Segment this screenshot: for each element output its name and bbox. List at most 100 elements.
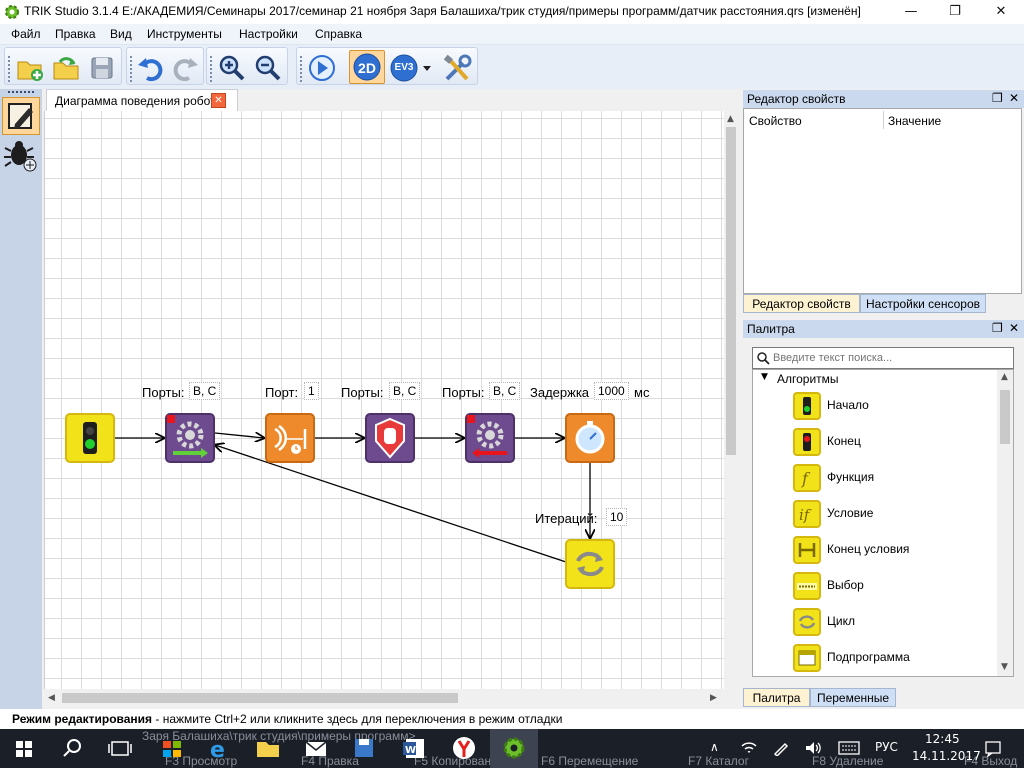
- 2d-model-button[interactable]: 2D: [349, 50, 385, 84]
- volume-icon[interactable]: [804, 740, 822, 756]
- keyboard-icon[interactable]: [838, 741, 860, 755]
- close-panel-icon[interactable]: ✕: [1009, 91, 1019, 105]
- zoom-in-icon[interactable]: [217, 53, 247, 83]
- loop-block[interactable]: [565, 539, 615, 589]
- tab-palette[interactable]: Палитра: [743, 688, 810, 707]
- search-icon[interactable]: [48, 729, 96, 768]
- redo-icon[interactable]: [171, 53, 201, 83]
- close-tab-icon[interactable]: ✕: [211, 93, 226, 108]
- toolbar-grip[interactable]: [8, 56, 10, 82]
- trik-gear-icon: [5, 5, 19, 19]
- trik-gear-icon: [503, 737, 525, 759]
- open-icon[interactable]: [51, 53, 81, 83]
- mail-icon[interactable]: [292, 729, 340, 768]
- menu-edit[interactable]: Правка: [55, 27, 96, 41]
- close-button[interactable]: ✕: [978, 0, 1024, 24]
- zoom-out-icon[interactable]: [253, 53, 283, 83]
- column-divider: [883, 111, 884, 129]
- start-block[interactable]: [65, 413, 115, 463]
- toolbar-grip[interactable]: [300, 56, 302, 82]
- scroll-left-icon[interactable]: ◀: [48, 693, 55, 703]
- float-panel-icon[interactable]: ❐: [992, 91, 1003, 105]
- minimize-button[interactable]: —: [888, 0, 934, 24]
- ev3-button[interactable]: EV3: [389, 53, 419, 83]
- diagram-canvas[interactable]: Порты: B, C Порт: 1 Порты: B, C Порты: B…: [44, 111, 724, 689]
- block-label: Задержка: [530, 385, 590, 400]
- block-value[interactable]: B, C: [389, 382, 421, 400]
- block-value[interactable]: B, C: [189, 382, 221, 400]
- menu-tools[interactable]: Инструменты: [147, 27, 222, 41]
- canvas-horizontal-scrollbar[interactable]: ◀ ▶: [44, 689, 724, 707]
- debug-mode-button[interactable]: [2, 137, 40, 175]
- scroll-thumb[interactable]: [726, 127, 736, 455]
- property-editor-header: Редактор свойств ❐ ✕: [743, 90, 1024, 108]
- float-panel-icon[interactable]: ❐: [992, 321, 1003, 335]
- scroll-down-icon[interactable]: ▼: [1001, 662, 1008, 672]
- word-icon[interactable]: W: [390, 729, 438, 768]
- language-indicator[interactable]: РУС: [875, 740, 898, 754]
- collapse-icon[interactable]: ▼: [761, 372, 768, 382]
- pen-icon[interactable]: [772, 740, 790, 756]
- close-panel-icon[interactable]: ✕: [1009, 321, 1019, 335]
- search-input[interactable]: [773, 350, 1009, 366]
- palette-header: Палитра ❐ ✕: [743, 320, 1024, 338]
- canvas-vertical-scrollbar[interactable]: ▲: [724, 111, 738, 689]
- scroll-right-icon[interactable]: ▶: [710, 693, 717, 703]
- property-table[interactable]: Свойство Значение: [743, 108, 1022, 294]
- store-icon[interactable]: [148, 729, 196, 768]
- scroll-up-icon[interactable]: ▲: [1001, 372, 1008, 382]
- settings-tools-icon[interactable]: [441, 53, 475, 83]
- menu-file[interactable]: Файл: [11, 27, 41, 41]
- maximize-button[interactable]: ❐: [932, 0, 978, 24]
- block-label: Порты:: [442, 385, 485, 400]
- menu-view[interactable]: Вид: [110, 27, 132, 41]
- palette-search[interactable]: [752, 347, 1014, 369]
- undo-icon[interactable]: [135, 53, 165, 83]
- window-title: TRIK Studio 3.1.4 E:/АКАДЕМИЯ/Семинары 2…: [24, 4, 861, 18]
- scroll-thumb[interactable]: [62, 693, 458, 703]
- palette-scrollbar[interactable]: ▲ ▼: [997, 370, 1013, 676]
- block-value[interactable]: 1: [304, 382, 319, 400]
- tab-sensor-settings[interactable]: Настройки сенсоров: [860, 294, 986, 313]
- menu-settings[interactable]: Настройки: [239, 27, 298, 41]
- scroll-thumb[interactable]: [1000, 390, 1010, 444]
- edge-browser-icon[interactable]: e: [196, 729, 244, 768]
- background-key-f6: F6 Перемещение: [541, 754, 639, 768]
- diagram-tab[interactable]: Диаграмма поведения робота ✕: [46, 89, 238, 111]
- new-project-icon[interactable]: [15, 53, 45, 83]
- motors-stop-block[interactable]: [365, 413, 415, 463]
- toolbar-grip[interactable]: [210, 56, 212, 82]
- show-hidden-icons[interactable]: ∧: [710, 740, 719, 754]
- traffic-light-green-icon: [793, 392, 821, 420]
- floppy-disk-icon[interactable]: [340, 729, 388, 768]
- link[interactable]: [214, 433, 264, 438]
- notifications-icon[interactable]: [984, 741, 1002, 757]
- yandex-browser-icon[interactable]: [440, 729, 488, 768]
- wait-sonar-block[interactable]: [265, 413, 315, 463]
- status-bar[interactable]: Режим редактирования - нажмите Ctrl+2 ил…: [0, 709, 1024, 729]
- block-value[interactable]: B, C: [489, 382, 521, 400]
- block-value[interactable]: 1000: [594, 382, 629, 400]
- edit-mode-button[interactable]: [2, 97, 40, 135]
- tab-variables[interactable]: Переменные: [810, 688, 896, 707]
- motors-forward-block[interactable]: [165, 413, 215, 463]
- toolbar-grip[interactable]: [130, 56, 132, 82]
- windows-start-icon[interactable]: [0, 729, 48, 768]
- tab-property-editor[interactable]: Редактор свойств: [743, 294, 860, 313]
- dock-grip[interactable]: [8, 91, 34, 93]
- clock-date[interactable]: 14.11.2017: [912, 749, 981, 763]
- timer-block[interactable]: [565, 413, 615, 463]
- run-icon[interactable]: [307, 53, 337, 83]
- task-view-icon[interactable]: [96, 729, 144, 768]
- network-icon[interactable]: [740, 740, 758, 756]
- menu-help[interactable]: Справка: [315, 27, 362, 41]
- save-icon[interactable]: [87, 53, 117, 83]
- motors-backward-block[interactable]: [465, 413, 515, 463]
- palette-group-algorithms[interactable]: Алгоритмы: [777, 372, 839, 386]
- clock-time[interactable]: 12:45: [925, 732, 960, 746]
- chevron-down-icon[interactable]: [421, 53, 433, 83]
- trik-studio-taskbar-button[interactable]: [490, 729, 538, 768]
- block-value[interactable]: 10: [606, 508, 628, 526]
- scroll-up-icon[interactable]: ▲: [727, 114, 734, 124]
- file-explorer-icon[interactable]: [244, 729, 292, 768]
